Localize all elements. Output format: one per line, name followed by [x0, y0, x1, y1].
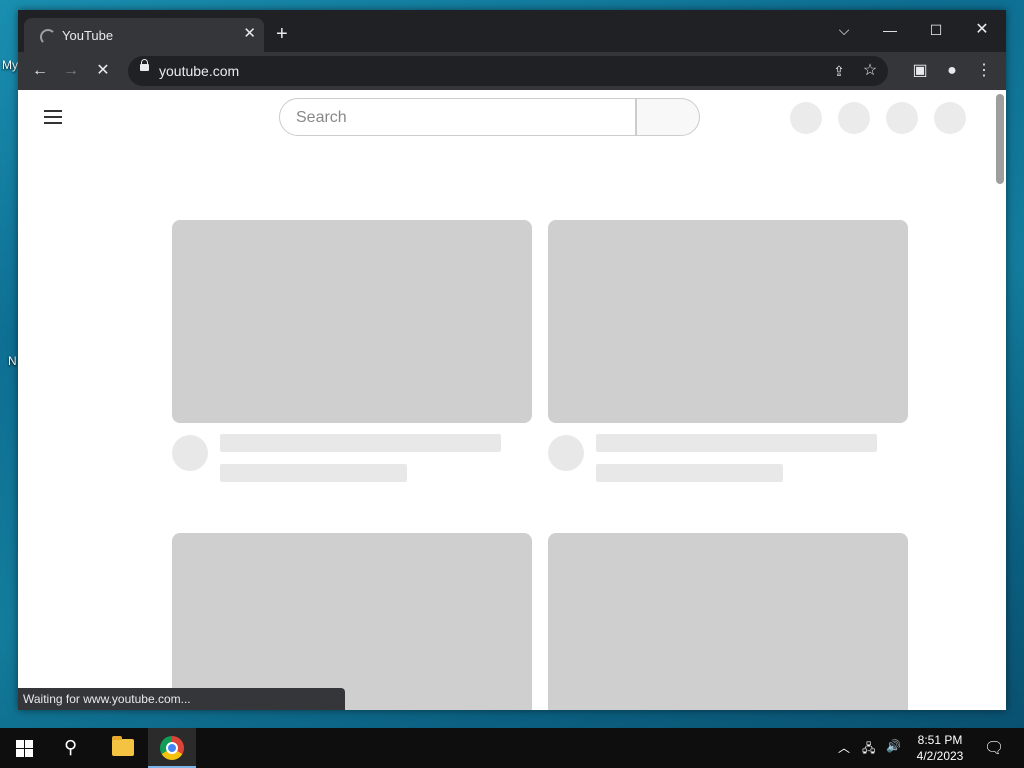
channel-avatar-placeholder[interactable] — [548, 435, 584, 471]
loading-spinner-icon — [40, 29, 56, 45]
browser-window: YouTube ✕ + ⌵ — ☐ ✕ ← → ✕ youtube.com ⇪ … — [18, 10, 1006, 710]
search-input[interactable]: Search — [279, 98, 636, 136]
back-arrow-icon[interactable]: ← — [29, 60, 51, 82]
windows-start-icon[interactable] — [16, 740, 33, 757]
network-icon[interactable]: 🖧 — [862, 739, 875, 760]
video-thumbnail-placeholder[interactable] — [172, 533, 532, 710]
notifications-icon[interactable]: 🗨 — [984, 738, 1004, 758]
taskbar: ⚲ ︿ 🖧 🔊 8:51 PM 4/2/2023 🗨 — [0, 728, 1024, 768]
search-button[interactable] — [636, 98, 700, 136]
url-text[interactable]: youtube.com — [159, 63, 239, 79]
meta-placeholder — [220, 464, 407, 482]
minimize-button[interactable]: — — [870, 18, 910, 42]
header-icon-placeholder[interactable] — [934, 102, 966, 134]
status-bubble: Waiting for www.youtube.com... — [18, 688, 345, 710]
channel-avatar-placeholder[interactable] — [172, 435, 208, 471]
profile-icon[interactable]: ● — [941, 60, 963, 82]
desktop-icon-label[interactable]: My — [2, 58, 18, 72]
clock-time: 8:51 PM — [917, 733, 963, 747]
bookmark-star-icon[interactable]: ☆ — [859, 60, 881, 82]
header-icon-placeholder[interactable] — [886, 102, 918, 134]
clock-date: 4/2/2023 — [916, 749, 964, 763]
tab-strip: YouTube ✕ + ⌵ — ☐ ✕ — [18, 10, 1006, 52]
header-icon-placeholder[interactable] — [838, 102, 870, 134]
title-placeholder — [220, 434, 501, 452]
chevron-up-icon[interactable]: ︿ — [838, 739, 850, 756]
system-clock[interactable]: 8:51 PM 4/2/2023 — [912, 732, 968, 764]
video-thumbnail-placeholder[interactable] — [548, 220, 908, 423]
lock-icon[interactable] — [140, 59, 149, 71]
menu-kebab-icon[interactable]: ⋮ — [973, 60, 995, 82]
forward-arrow-icon[interactable]: → — [60, 60, 82, 82]
hamburger-menu-icon[interactable] — [44, 110, 62, 124]
youtube-page: Search — [18, 90, 1006, 710]
close-window-button[interactable]: ✕ — [962, 18, 1002, 42]
tab-youtube[interactable]: YouTube ✕ — [24, 18, 264, 52]
video-thumbnail-placeholder[interactable] — [548, 533, 908, 710]
search-icon[interactable]: ⚲ — [48, 728, 96, 768]
meta-placeholder — [596, 464, 783, 482]
volume-icon[interactable]: 🔊 — [886, 739, 901, 753]
chrome-icon — [160, 736, 184, 760]
maximize-button[interactable]: ☐ — [916, 18, 956, 42]
side-panel-icon[interactable]: ▣ — [909, 60, 931, 82]
tab-search-chevron-down-icon[interactable]: ⌵ — [824, 18, 864, 42]
chrome-taskbar-button[interactable] — [148, 728, 196, 768]
share-icon[interactable]: ⇪ — [828, 60, 850, 82]
scrollbar-thumb[interactable] — [996, 94, 1004, 184]
address-bar[interactable]: youtube.com ⇪ ☆ — [128, 56, 888, 86]
browser-toolbar: ← → ✕ youtube.com ⇪ ☆ ▣ ● ⋮ — [18, 52, 1006, 90]
new-tab-icon[interactable]: + — [276, 24, 288, 44]
tab-title: YouTube — [62, 28, 114, 43]
header-icon-placeholder[interactable] — [790, 102, 822, 134]
search-placeholder: Search — [296, 109, 347, 126]
title-placeholder — [596, 434, 877, 452]
video-thumbnail-placeholder[interactable] — [172, 220, 532, 423]
desktop-icon-label[interactable]: N — [8, 354, 17, 368]
close-tab-icon[interactable]: ✕ — [243, 26, 256, 42]
stop-loading-icon[interactable]: ✕ — [92, 60, 114, 82]
file-explorer-icon[interactable] — [112, 736, 134, 756]
